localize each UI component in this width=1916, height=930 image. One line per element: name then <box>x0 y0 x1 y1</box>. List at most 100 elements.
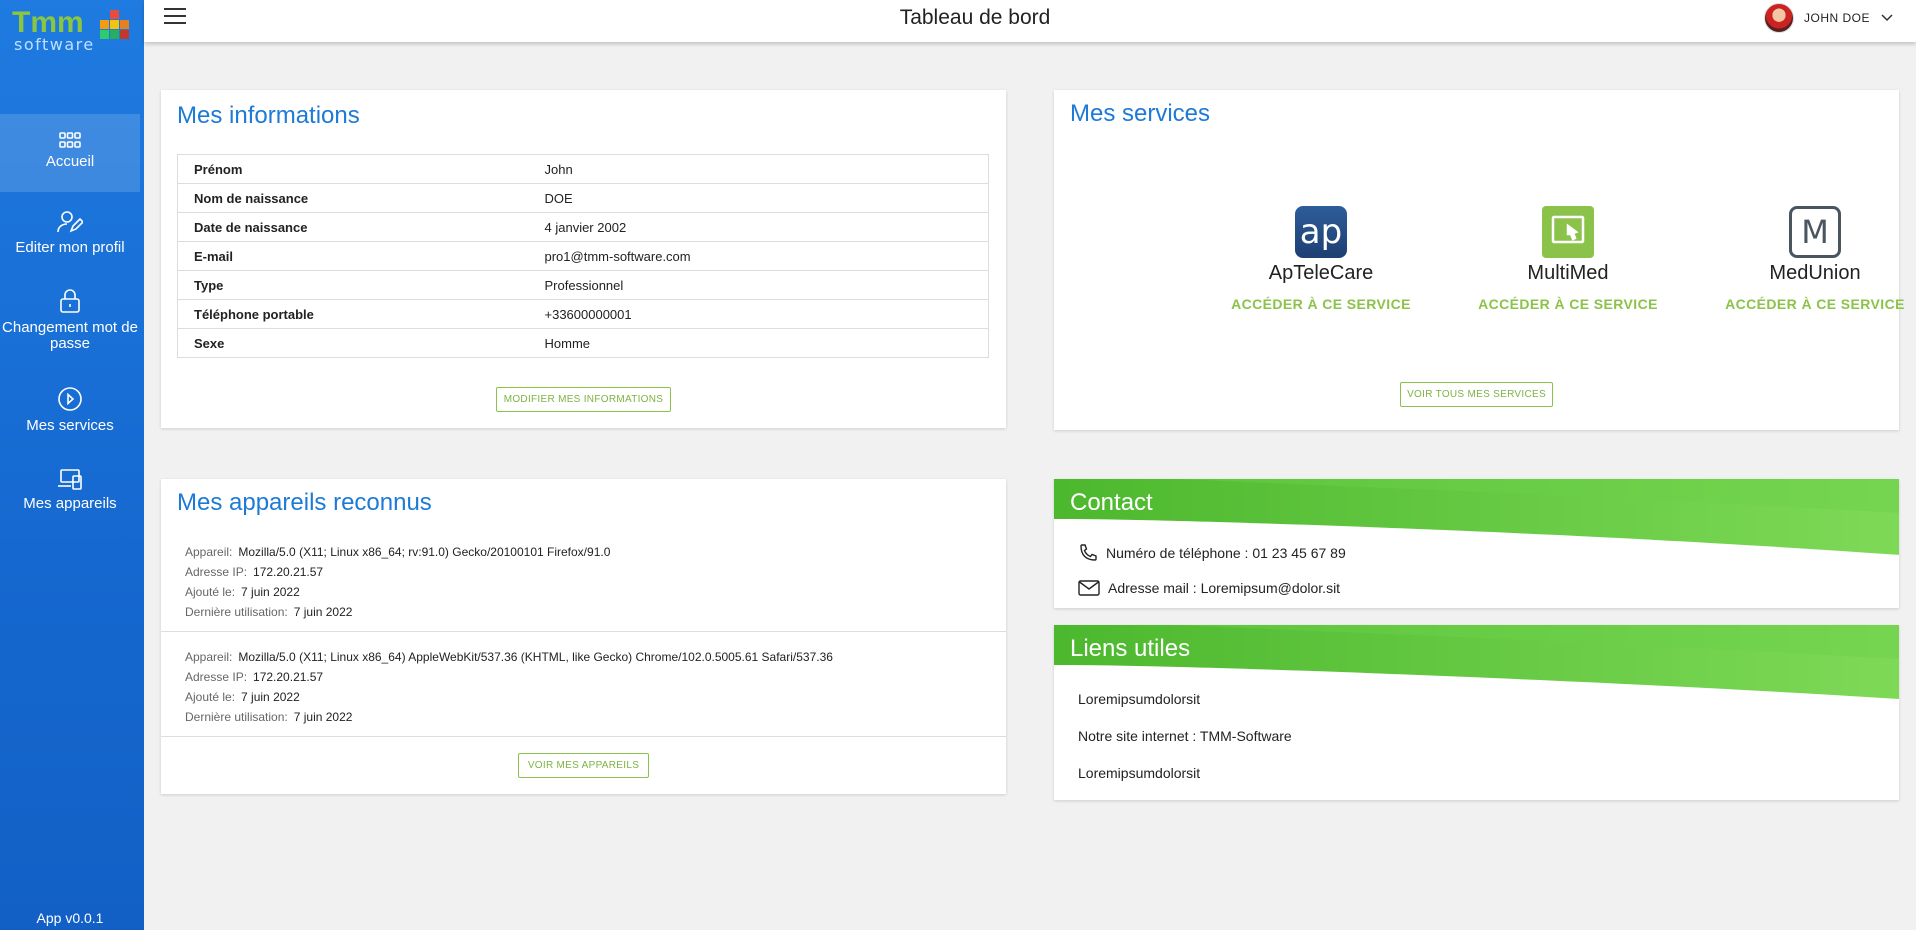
app-version: App v0.0.1 <box>36 910 104 926</box>
added-label: Ajouté le: <box>185 585 236 599</box>
device-last-used: 7 juin 2022 <box>293 710 353 724</box>
device-ip: 172.20.21.57 <box>253 670 324 684</box>
table-row: Nom de naissance DOE <box>177 183 989 213</box>
sidebar-item-changement-mot-de-passe[interactable]: Changement mot de passe <box>0 288 140 358</box>
sidebar-item-mes-appareils[interactable]: Mes appareils <box>0 468 140 528</box>
logo-blocks-icon <box>100 10 130 40</box>
sidebar-item-label: Accueil <box>45 153 95 170</box>
contact-email: Adresse mail : Loremipsum@dolor.sit <box>1078 579 1340 597</box>
user-name: JOHN DOE <box>1803 11 1870 25</box>
ip-label: Adresse IP: <box>185 565 248 579</box>
device-ua: Mozilla/5.0 (X11; Linux x86_64; rv:91.0)… <box>238 545 611 559</box>
see-all-services-button[interactable]: VOIR TOUS MES SERVICES <box>1400 382 1553 407</box>
sidebar-item-label: Mes services <box>26 417 114 434</box>
last-used-label: Dernière utilisation: <box>185 710 288 724</box>
logo-subtext: software <box>14 35 95 54</box>
medunion-icon-text: M <box>1801 213 1829 251</box>
info-card: Mes informations Prénom John Nom de naiss… <box>161 90 1006 428</box>
play-circle-icon <box>58 387 82 411</box>
contact-card: Contact Numéro de téléphone : 01 23 45 6… <box>1054 479 1899 608</box>
contact-email-text: Adresse mail : Loremipsum@dolor.sit <box>1108 580 1341 596</box>
sidebar-item-label: Editer mon profil <box>15 239 125 256</box>
user-menu[interactable]: JOHN DOE <box>1763 2 1894 34</box>
device-added: 7 juin 2022 <box>241 585 300 599</box>
sidebar-item-editer-profil[interactable]: Editer mon profil <box>0 210 140 270</box>
service-medunion: M MedUnion ACCÉDER À CE SERVICE <box>1715 206 1915 312</box>
useful-link-3[interactable]: Loremipsumdolorsit <box>1078 765 1200 781</box>
info-table: Prénom John Nom de naissance DOE Date de n… <box>177 154 989 358</box>
device-label: Appareil: <box>185 545 233 559</box>
service-multimed: MultiMed ACCÉDER À CE SERVICE <box>1468 206 1668 312</box>
device-divider <box>161 736 1006 737</box>
table-row: Téléphone portable +33600000001 <box>177 299 989 329</box>
useful-link-1[interactable]: Loremipsumdolorsit <box>1078 691 1200 707</box>
service-access-link[interactable]: ACCÉDER À CE SERVICE <box>1715 296 1915 312</box>
info-key: Sexe <box>194 335 225 351</box>
device-item: Appareil: Mozilla/5.0 (X11; Linux x86_64;… <box>185 542 610 622</box>
sidebar: Tmm software Accueil Editer mon profil C… <box>0 0 144 930</box>
info-value: Homme <box>544 335 591 351</box>
info-key: E-mail <box>177 241 529 271</box>
service-name: MedUnion <box>1769 262 1861 284</box>
info-value: +33600000001 <box>528 299 989 329</box>
info-value: pro1@tmm-software.com <box>528 241 989 271</box>
device-ip: 172.20.21.57 <box>253 565 324 579</box>
ip-label: Adresse IP: <box>185 670 248 684</box>
sidebar-item-label: Changement mot de passe <box>2 319 138 352</box>
links-title: Liens utiles <box>1070 635 1191 662</box>
devices-card: Mes appareils reconnus Appareil: Mozilla/… <box>161 479 1006 794</box>
table-row: E-mail pro1@tmm-software.com <box>177 241 989 271</box>
services-card: Mes services ap ApTeleCare ACCÉDER À CE … <box>1054 90 1904 430</box>
useful-link-site[interactable]: Notre site internet : TMM-Software <box>1078 728 1292 744</box>
user-edit-icon <box>57 211 83 233</box>
service-access-link[interactable]: ACCÉDER À CE SERVICE <box>1221 296 1421 312</box>
last-used-label: Dernière utilisation: <box>185 605 288 619</box>
medunion-icon: M <box>1789 206 1841 258</box>
info-card-title: Mes informations <box>177 102 360 129</box>
links-card: Liens utiles Loremipsumdolorsit Notre si… <box>1054 625 1899 800</box>
contact-phone: Numéro de téléphone : 01 23 45 67 89 <box>1078 543 1346 563</box>
device-added: 7 juin 2022 <box>241 690 300 704</box>
added-label: Ajouté le: <box>185 690 236 704</box>
aptelecare-icon: ap <box>1295 206 1347 258</box>
page-title: Tableau de bord <box>899 6 1051 29</box>
multimed-icon <box>1542 206 1594 258</box>
info-key: Prénom <box>177 154 529 184</box>
see-devices-button[interactable]: VOIR MES APPAREILS <box>518 753 649 778</box>
info-key: Nom de naissance <box>177 183 529 213</box>
services-card-title: Mes services <box>1070 100 1211 127</box>
lock-icon <box>60 289 80 313</box>
chevron-down-icon <box>1881 14 1893 22</box>
info-key: Type <box>177 270 529 300</box>
table-row: Prénom John <box>177 154 989 184</box>
sidebar-item-label: Mes appareils <box>23 495 117 512</box>
service-name: ApTeleCare <box>1268 262 1374 284</box>
sidebar-item-mes-services[interactable]: Mes services <box>0 386 140 446</box>
mail-icon <box>1078 580 1100 596</box>
info-key: Date de naissance <box>177 212 529 242</box>
phone-icon <box>1080 544 1097 561</box>
aptelecare-icon-text: ap <box>1299 212 1343 252</box>
logo[interactable]: Tmm software <box>12 6 132 54</box>
service-access-link[interactable]: ACCÉDER À CE SERVICE <box>1468 296 1668 312</box>
grid-icon <box>59 132 81 148</box>
table-row: Date de naissance 4 janvier 2002 <box>177 212 989 242</box>
info-value: 4 janvier 2002 <box>528 212 989 242</box>
info-value: Professionnel <box>528 270 989 300</box>
info-value: John <box>528 154 989 184</box>
table-row: Type Professionnel <box>177 270 989 300</box>
contact-title: Contact <box>1070 489 1153 516</box>
info-value: DOE <box>528 183 989 213</box>
sidebar-item-accueil[interactable]: Accueil <box>0 114 140 192</box>
device-label: Appareil: <box>185 650 233 664</box>
device-last-used: 7 juin 2022 <box>293 605 353 619</box>
table-row: Sexe Homme <box>178 329 989 358</box>
service-name: MultiMed <box>1527 262 1609 284</box>
avatar <box>1763 3 1794 33</box>
top-header: Tableau de bord JOHN DOE <box>144 0 1916 42</box>
device-ua: Mozilla/5.0 (X11; Linux x86_64) AppleWeb… <box>238 650 833 664</box>
modify-info-button[interactable]: MODIFIER MES INFORMATIONS <box>496 387 671 412</box>
device-divider <box>161 631 1006 632</box>
devices-icon <box>58 469 82 490</box>
service-apTeleCare: ap ApTeleCare ACCÉDER À CE SERVICE <box>1221 206 1421 312</box>
